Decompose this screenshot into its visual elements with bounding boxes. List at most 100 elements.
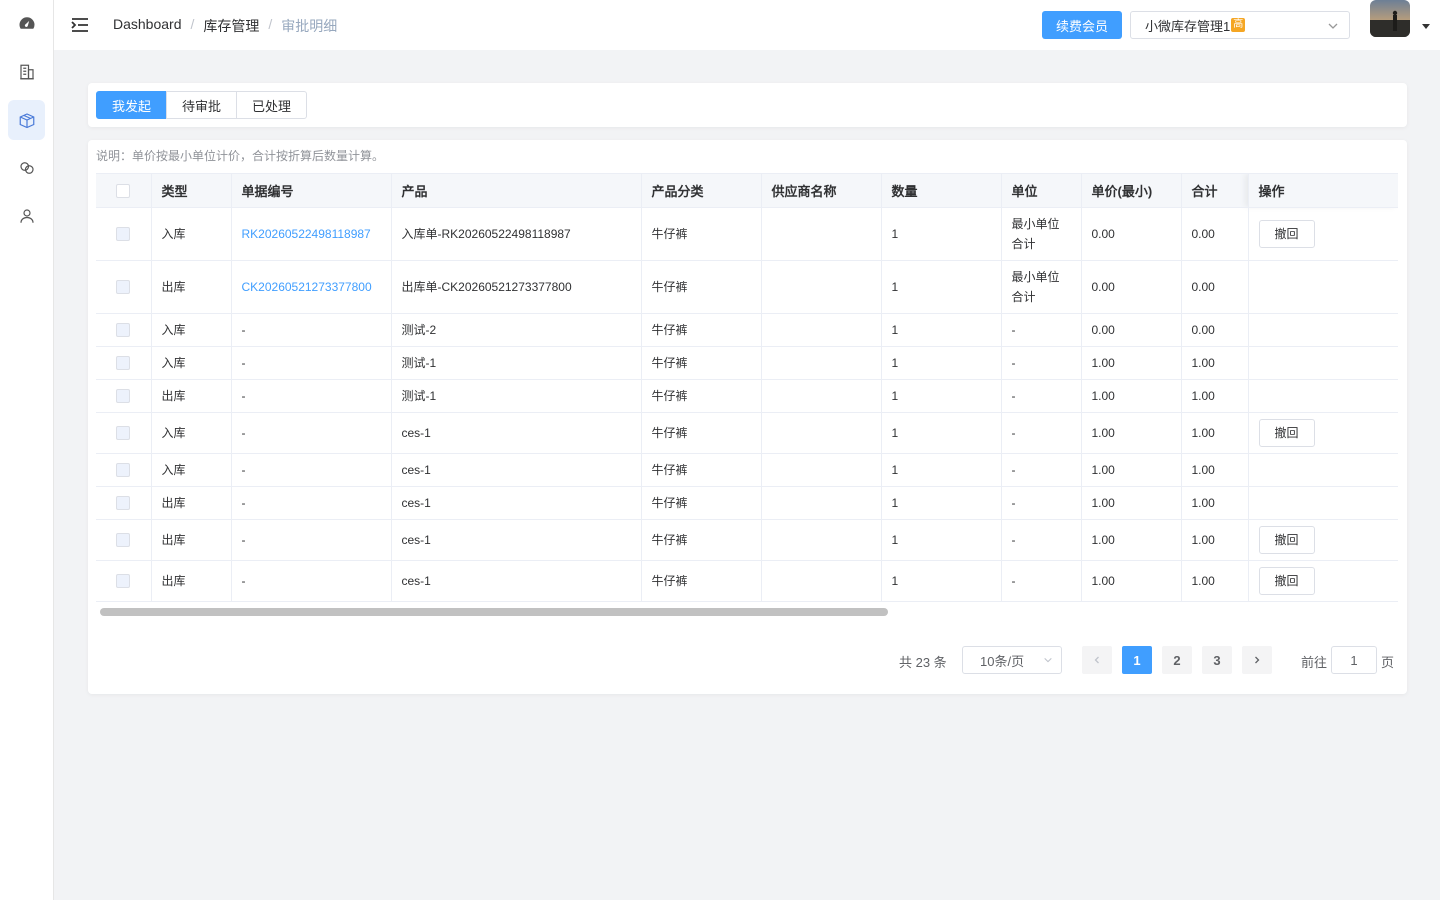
page-button-1[interactable]: 1 bbox=[1122, 646, 1152, 674]
category-cell-text: 牛仔裤 bbox=[651, 356, 688, 370]
quantity-cell: 1 bbox=[881, 313, 1002, 347]
horizontal-scrollbar[interactable] bbox=[96, 607, 1398, 617]
column-header[interactable]: 单位 bbox=[1001, 174, 1082, 208]
row-checkbox[interactable] bbox=[116, 322, 131, 337]
unit-price-cell: 1.00 bbox=[1081, 519, 1182, 561]
table-note: 说明：单价按最小单位计价，合计按折算后数量计算。 bbox=[96, 149, 385, 163]
breadcrumb-separator: / bbox=[268, 16, 273, 32]
menu-collapse-button[interactable] bbox=[70, 15, 90, 35]
total-cell: 1.00 bbox=[1181, 486, 1249, 520]
column-header[interactable]: 数量 bbox=[881, 174, 1002, 208]
supplier-cell bbox=[761, 313, 882, 347]
total-count: 共 23 条 bbox=[899, 655, 947, 670]
row-checkbox[interactable] bbox=[116, 425, 131, 440]
top-header: Dashboard / 库存管理 / 审批明细 续费会员 小微库存管理1 高 bbox=[54, 0, 1440, 50]
row-select-cell bbox=[96, 560, 152, 602]
code-cell: RK20260522498118987 bbox=[231, 207, 392, 261]
column-header[interactable]: 产品 bbox=[391, 174, 642, 208]
column-header[interactable]: 单价(最小) bbox=[1081, 174, 1182, 208]
unit-price-cell-text: 1.00 bbox=[1091, 532, 1115, 547]
column-header[interactable]: 供应商名称 bbox=[761, 174, 882, 208]
tab-processed[interactable]: 已处理 bbox=[236, 91, 308, 119]
row-checkbox[interactable] bbox=[116, 532, 131, 547]
code-cell-text: - bbox=[241, 495, 246, 510]
revoke-button[interactable]: 撤回 bbox=[1258, 525, 1315, 554]
product-cell-text: ces-1 bbox=[401, 425, 431, 440]
total-cell: 1.00 bbox=[1181, 346, 1249, 380]
total-cell: 1.00 bbox=[1181, 412, 1249, 454]
supplier-cell bbox=[761, 412, 882, 454]
renew-membership-button[interactable]: 续费会员 bbox=[1042, 11, 1122, 39]
sidebar-item-inventory[interactable] bbox=[8, 100, 45, 140]
supplier-cell bbox=[761, 260, 882, 314]
row-select-cell bbox=[96, 519, 152, 561]
tab-pending[interactable]: 待审批 bbox=[166, 91, 238, 119]
breadcrumb-item-dashboard[interactable]: Dashboard bbox=[113, 16, 182, 36]
chevron-down-icon bbox=[1328, 23, 1338, 29]
type-cell-text: 出库 bbox=[161, 533, 186, 547]
tab-initiated[interactable]: 我发起 bbox=[96, 91, 168, 119]
column-header[interactable]: 合计 bbox=[1181, 174, 1249, 208]
page-button-2[interactable]: 2 bbox=[1162, 646, 1192, 674]
sidebar-item-dashboard[interactable] bbox=[8, 4, 45, 44]
product-cell-text: 测试-1 bbox=[401, 389, 437, 403]
revoke-button[interactable]: 撤回 bbox=[1258, 566, 1315, 595]
next-page-button[interactable] bbox=[1242, 646, 1272, 674]
page-button-3[interactable]: 3 bbox=[1202, 646, 1232, 674]
total-cell-text: 0.00 bbox=[1191, 226, 1215, 241]
unit-cell-text: - bbox=[1011, 322, 1016, 337]
row-select-cell bbox=[96, 346, 152, 380]
document-code-link[interactable]: CK20260521273377800 bbox=[242, 280, 372, 294]
store-name: 小微库存管理1 bbox=[1145, 18, 1231, 34]
action-cell bbox=[1248, 260, 1398, 314]
store-select[interactable]: 小微库存管理1 高 bbox=[1130, 11, 1350, 39]
page-size-select[interactable]: 10条/页 bbox=[962, 646, 1062, 674]
select-all-checkbox[interactable] bbox=[116, 184, 131, 199]
avatar[interactable] bbox=[1370, 0, 1410, 37]
unit-cell: - bbox=[1001, 412, 1082, 454]
category-cell: 牛仔裤 bbox=[641, 453, 762, 487]
revoke-button[interactable]: 撤回 bbox=[1258, 418, 1315, 447]
column-header: 操作 bbox=[1248, 174, 1398, 208]
supplier-cell bbox=[761, 453, 882, 487]
row-checkbox[interactable] bbox=[116, 573, 131, 588]
category-cell-text: 牛仔裤 bbox=[651, 280, 688, 294]
supplier-cell bbox=[761, 379, 882, 413]
action-cell bbox=[1248, 379, 1398, 413]
row-checkbox[interactable] bbox=[116, 279, 131, 294]
prev-page-button[interactable] bbox=[1082, 646, 1112, 674]
type-cell-text: 入库 bbox=[161, 227, 186, 241]
dashboard-icon bbox=[19, 17, 34, 29]
category-cell: 牛仔裤 bbox=[641, 486, 762, 520]
quantity-cell: 1 bbox=[881, 560, 1002, 602]
type-cell: 入库 bbox=[151, 313, 232, 347]
column-header[interactable]: 单据编号 bbox=[231, 174, 392, 208]
code-cell-text: - bbox=[241, 532, 246, 547]
scrollbar-thumb[interactable] bbox=[100, 608, 888, 616]
column-header[interactable]: 类型 bbox=[151, 174, 232, 208]
row-checkbox[interactable] bbox=[116, 462, 131, 477]
row-checkbox[interactable] bbox=[116, 226, 131, 241]
goto-page-input[interactable]: 1 bbox=[1331, 646, 1377, 674]
revoke-button[interactable]: 撤回 bbox=[1258, 219, 1315, 248]
product-cell: ces-1 bbox=[391, 560, 642, 602]
table-header-row: 类型 单据编号 产品 产品分类 供应商名称 数量 单位 单价(最小) 合计 操作 bbox=[96, 174, 1398, 208]
total-cell: 1.00 bbox=[1181, 453, 1249, 487]
unit-cell: - bbox=[1001, 486, 1082, 520]
sidebar-item-user[interactable] bbox=[8, 196, 45, 236]
unit-cell: - bbox=[1001, 313, 1082, 347]
action-cell: 撤回 bbox=[1248, 519, 1398, 561]
row-select-cell bbox=[96, 379, 152, 413]
column-header[interactable]: 产品分类 bbox=[641, 174, 762, 208]
document-code-link[interactable]: RK20260522498118987 bbox=[242, 227, 371, 241]
pagination: 共 23 条 10条/页 1 2 3 前往 1 页 bbox=[88, 646, 1407, 674]
row-checkbox[interactable] bbox=[116, 355, 131, 370]
product-cell: 出库单-CK20260521273377800 bbox=[391, 260, 642, 314]
sidebar-item-building[interactable] bbox=[8, 52, 45, 92]
row-checkbox[interactable] bbox=[116, 388, 131, 403]
table-body: 入库 RK20260522498118987 入库单-RK2026052249811… bbox=[96, 207, 1398, 602]
breadcrumb-item-inventory[interactable]: 库存管理 bbox=[203, 16, 259, 36]
sidebar-item-link[interactable] bbox=[8, 148, 45, 188]
caret-down-icon[interactable] bbox=[1422, 24, 1430, 29]
row-checkbox[interactable] bbox=[116, 495, 131, 510]
